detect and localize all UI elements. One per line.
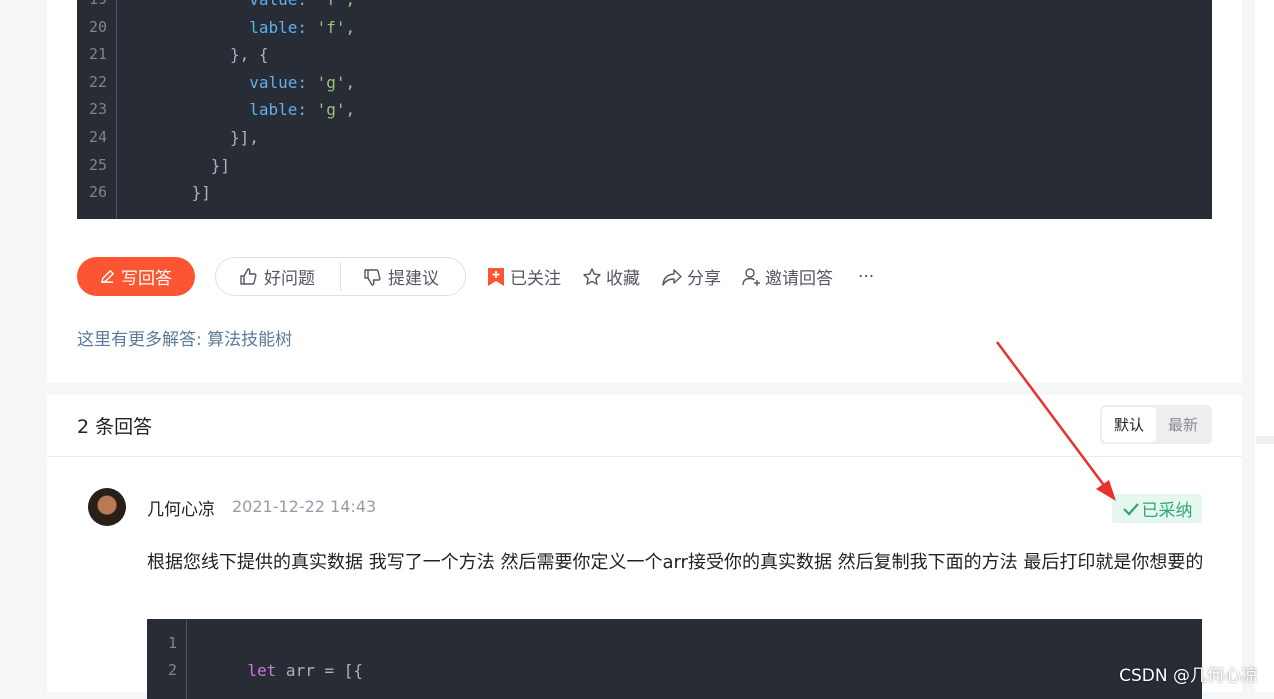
code-token: }], [230,128,259,147]
sort-newest-tab[interactable]: 最新 [1156,407,1210,442]
thumbs-down-icon [362,267,382,287]
line-number: 24 [88,128,107,146]
code-token: let [247,661,277,680]
write-answer-label: 写回答 [121,269,172,289]
more-answers-link[interactable]: 这里有更多解答: 算法技能树 [77,325,292,350]
code-token: }] [210,155,231,175]
line-number: 25 [88,155,107,174]
code-token: }, { [230,45,269,65]
invite-answer-button[interactable]: 邀请回答 [741,257,833,296]
good-question-label: 好问题 [264,269,315,289]
page-scroll-track [1255,0,1274,692]
line-number: 22 [88,72,107,91]
code-token: 'f', [307,0,356,9]
sort-default-tab[interactable]: 默认 [1102,407,1156,442]
answer-author[interactable]: 几何心凉 [147,495,215,520]
question-feedback-group: 好问题 提建议 [215,257,466,296]
header-divider [47,456,1242,457]
line-number: 23 [88,100,107,119]
code-token: , [345,100,356,120]
code-line: }, { [230,45,269,64]
code-token: 'g' [316,100,346,120]
answer-sort-toggle: 默认 最新 [1100,405,1212,444]
question-code-block: 19 value: 'f', 20 lable: 'f', 21 }, { 22 value:… [77,0,1212,219]
pencil-icon [100,269,115,284]
code-line: lable: 'f', [249,18,355,37]
line-number: 19 [77,0,107,8]
code-line: let arr = [{ [247,661,363,680]
code-line: lable: 'g', [249,100,355,119]
code-line: }], [230,128,259,147]
code-token: , [345,72,356,92]
line-number-gutter [147,619,187,699]
answer-code-block: 1 2 let arr = [{ [147,619,1202,699]
followed-label: 已关注 [510,269,561,289]
code-token: value: [249,0,307,9]
share-icon [661,267,683,287]
code-token: lable: [249,100,307,120]
code-line: value: 'g', [249,73,355,92]
person-add-icon [741,267,761,287]
thumbs-up-icon [238,267,258,287]
accepted-badge: 已采纳 [1112,494,1202,523]
write-answer-button[interactable]: 写回答 [77,257,195,296]
answer-body: 根据您线下提供的真实数据 我写了一个方法 然后需要你定义一个arr接受你的真实数… [147,552,1204,573]
share-button[interactable]: 分享 [661,257,721,296]
suggest-label: 提建议 [388,269,439,289]
line-number: 21 [88,45,107,64]
csdn-watermark: CSDN @几何心凉 [1119,666,1258,686]
code-token: arr = [{ [276,661,363,680]
more-options-button[interactable]: ··· [858,257,874,296]
check-icon [1122,501,1140,517]
collect-button[interactable]: 收藏 [582,257,640,296]
suggest-button[interactable]: 提建议 [362,258,439,295]
answer-count: 2 条回答 [77,416,153,438]
pill-divider [340,262,341,291]
star-icon [582,267,602,287]
followed-button[interactable]: 已关注 [486,257,561,296]
more-options-label: ··· [858,266,875,287]
line-number: 2 [167,661,177,679]
code-line: value: 'f', [249,0,355,9]
line-number: 20 [88,17,107,36]
answer-timestamp: 2021-12-22 14:43 [232,497,377,516]
code-line: }] [192,183,211,202]
share-label: 分享 [687,269,721,289]
line-number: 1 [167,634,177,652]
code-token: }] [191,183,211,203]
good-question-button[interactable]: 好问题 [238,258,315,295]
collect-label: 收藏 [606,269,640,289]
bookmark-plus-icon [486,266,506,288]
line-number: 26 [88,183,107,202]
code-line: }] [211,156,230,175]
avatar[interactable] [88,488,126,526]
code-token: 'g' [316,72,346,92]
invite-answer-label: 邀请回答 [765,269,833,289]
code-token: , [345,17,356,37]
code-token: value: [249,72,307,92]
code-token: lable: [249,17,307,37]
accepted-label: 已采纳 [1141,501,1193,521]
code-token: 'f' [316,17,346,37]
